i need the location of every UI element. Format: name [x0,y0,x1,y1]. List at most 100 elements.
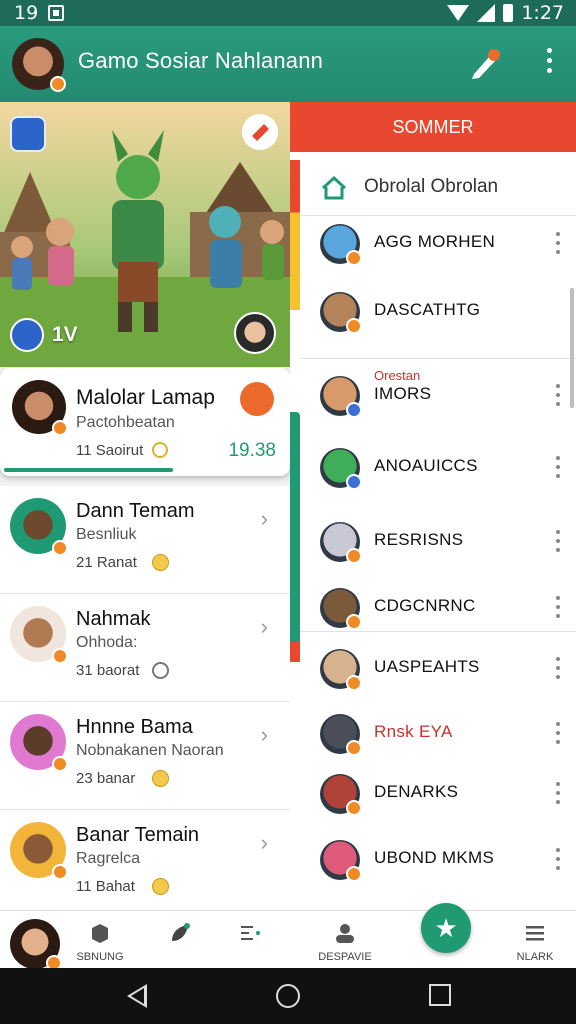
chevron-right-icon[interactable]: › [261,830,268,856]
emoji-icon [152,554,169,571]
chat-avatar [10,606,68,664]
kebab-icon[interactable] [556,848,560,870]
scrollbar[interactable] [570,288,574,408]
chevron-right-icon[interactable]: › [261,722,268,748]
kebab-icon[interactable] [556,384,560,406]
contact-name: IMORS [374,384,432,403]
contact-avatar [320,448,362,490]
nav-label: SBNUNG [76,951,124,963]
app-bar: Gamo Sosiar Nahlanann [0,26,576,102]
hero-avatar[interactable] [234,312,276,354]
more-icon[interactable] [538,48,560,80]
kebab-icon[interactable] [556,456,560,478]
home-button-icon[interactable] [276,984,300,1008]
recents-icon[interactable] [429,984,451,1006]
nav-item-nlark[interactable]: NLARK [505,911,565,969]
contact-name: UBOND MKMS [374,848,495,867]
featured-subtitle: Pactohbeatan [76,414,175,431]
contact-row[interactable]: ANOAUICCS [300,442,576,502]
chat-meta: 23 banar [76,770,136,787]
featured-name: Malolar Lamap [76,386,215,409]
contact-name: DENARKS [374,782,459,801]
contact-row[interactable]: AGG MORHEN [300,218,576,278]
featured-chat-card[interactable]: Malolar Lamap Pactohbeatan 11 Saoirut 19… [0,368,290,476]
divider [300,631,576,632]
list-icon [241,926,260,940]
contact-row[interactable]: Orestan IMORS [300,368,576,430]
reply-icon[interactable] [240,382,274,416]
right-panel: SOMMER Obrolal Obrolan AGG MORHEN DASCATH… [290,102,576,910]
left-panel: 1V Malolar Lamap Pactohbeatan 11 Saoirut… [0,102,290,918]
star-icon: ★ [434,912,458,943]
contact-row[interactable]: DASCATHTG [300,286,576,346]
accent-bar [290,642,300,662]
status-time-left: 19 [14,2,39,24]
contact-avatar [320,649,362,691]
contact-name: DASCATHTG [374,300,481,319]
kebab-icon[interactable] [556,722,560,744]
screen-icon[interactable] [10,116,46,152]
nav-item-list[interactable] [220,911,280,969]
chat-list-item[interactable]: Hnnne Bama Nobnakanen Naoran 23 banar › [0,702,290,810]
contact-avatar [320,588,362,630]
kebab-icon[interactable] [556,596,560,618]
nav-item-despavie[interactable]: DESPAVIE [310,911,380,969]
contact-name: CDGCNRNC [374,596,476,615]
contact-row[interactable]: RESRISNS [300,516,576,576]
kebab-icon[interactable] [556,782,560,804]
star-fab[interactable]: ★ [421,903,471,953]
group-icon [336,924,354,943]
chat-list-item[interactable]: Banar Temain Ragrelca 11 Bahat › [0,810,290,918]
system-nav-bar [0,968,576,1024]
profile-avatar[interactable] [12,38,66,92]
chat-avatar [10,498,68,556]
bottom-nav: SBNUNG DESPAVIE ★ NLARK [0,903,576,971]
nav-avatar[interactable] [10,919,62,971]
featured-score: 19.38 [228,440,276,461]
chat-list-item[interactable]: Dann Temam Besnliuk 21 Ranat › [0,486,290,594]
featured-progress [4,468,173,472]
chevron-right-icon[interactable]: › [261,614,268,640]
leaf-icon [172,923,190,941]
app-title: Gamo Sosiar Nahlanann [78,48,324,73]
hero-banner[interactable]: 1V [0,102,290,367]
contact-avatar [320,840,362,882]
right-panel-title-row[interactable]: Obrolal Obrolan [300,160,576,216]
home-icon [321,175,347,200]
contact-row[interactable]: DENARKS [300,768,576,828]
chat-meta: 21 Ranat [76,554,137,571]
chat-subtitle: Nobnakanen Naoran [76,742,224,759]
wifi-icon [447,5,470,21]
contact-row[interactable]: CDGCNRNC [300,582,576,642]
nav-label: NLARK [516,951,554,963]
chat-list: Dann Temam Besnliuk 21 Ranat › Nahmak Ohhoda:… [0,486,290,918]
chat-list-item[interactable]: Nahmak Ohhoda: 31 baorat › [0,594,290,702]
kebab-icon[interactable] [556,657,560,679]
contact-name: RESRISNS [374,530,464,549]
cube-icon [92,924,108,943]
contact-row[interactable]: UBOND MKMS [300,834,576,894]
nav-item-leaf[interactable] [150,911,210,969]
contact-row[interactable]: UASPEAHTS [300,643,576,703]
chevron-right-icon[interactable]: › [261,506,268,532]
menu-icon [526,926,544,941]
kebab-icon[interactable] [556,232,560,254]
right-panel-header[interactable]: SOMMER [290,102,576,152]
back-icon[interactable] [127,984,147,1008]
chat-subtitle: Ohhoda: [76,634,138,651]
contact-avatar [320,714,362,756]
nav-item-sbnung[interactable]: SBNUNG [70,911,130,969]
contact-name: AGG MORHEN [374,232,496,251]
emoji-icon [152,878,169,895]
contact-avatar [320,522,362,564]
heart-icon[interactable] [242,114,278,150]
bell-icon [152,442,168,458]
signal-icon [477,4,496,22]
chat-meta: 31 baorat [76,662,140,679]
kebab-icon[interactable] [556,530,560,552]
chat-subtitle: Ragrelca [76,850,141,867]
pen-icon[interactable] [470,46,502,80]
status-bar: 19 1:27 [0,0,576,26]
nav-label: DESPAVIE [318,951,372,963]
contact-row[interactable]: Rnsk EYA [300,708,576,768]
